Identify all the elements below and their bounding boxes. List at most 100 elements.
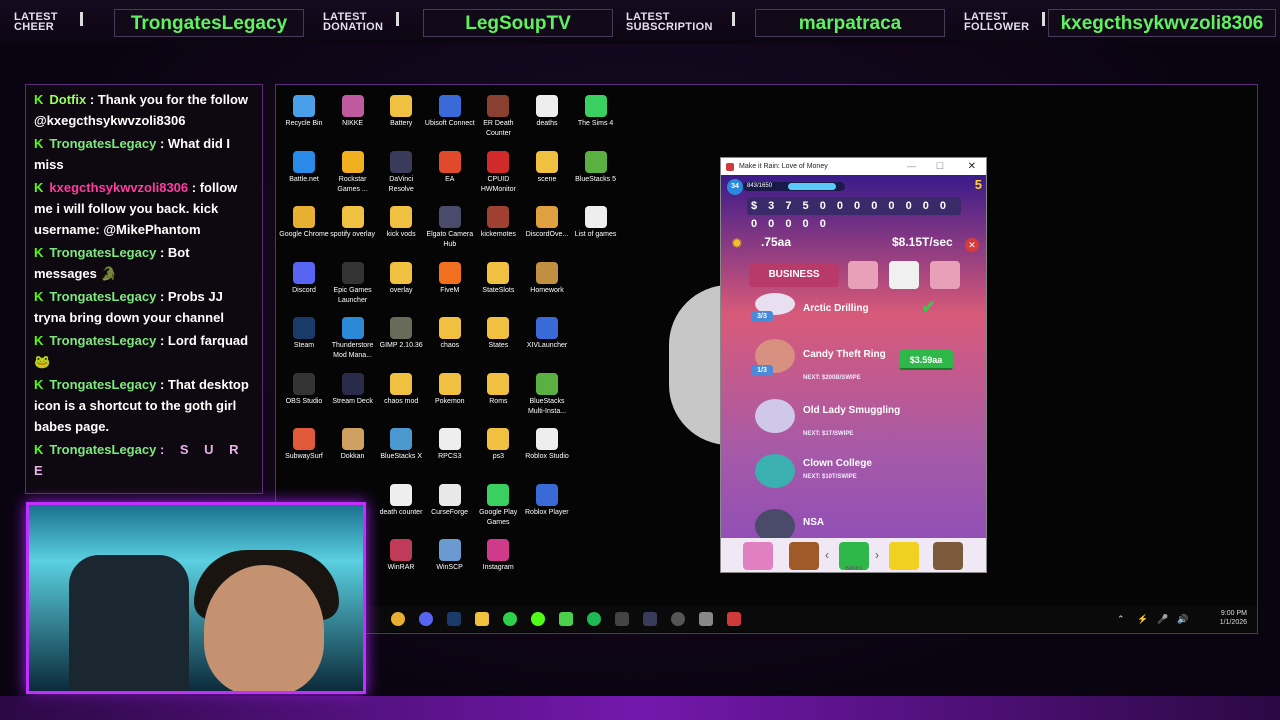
desktop-icon-google-chrome[interactable]: Google Chrome: [279, 206, 329, 240]
desktop-icon-overlay[interactable]: overlay: [376, 261, 426, 296]
tab-business[interactable]: BUSINESS: [749, 263, 839, 287]
chrome-icon[interactable]: [391, 612, 405, 626]
buy-button[interactable]: $3.59aa: [899, 350, 953, 370]
desktop-icon-deaths[interactable]: deaths: [522, 95, 572, 129]
desktop-icon-discordove[interactable]: DiscordOve...: [522, 206, 572, 240]
spotify-icon[interactable]: [587, 612, 601, 626]
business-row[interactable]: Clown College NEXT: $10T/SWIPE: [751, 450, 981, 500]
game-screen[interactable]: 34 843/1650 5 $ 3 7 5 0 0 0 0 0 0 0 0 0 …: [721, 175, 986, 572]
desktop-icon-thunderstore-mod-mana[interactable]: Thunderstore Mod Mana...: [328, 317, 378, 361]
desktop-icon-curseforge[interactable]: CurseForge: [425, 483, 475, 518]
desktop-icon-ps3[interactable]: ps3: [473, 428, 523, 462]
desktop-icon-stateslots[interactable]: StateSlots: [473, 261, 523, 296]
person-tab-icon[interactable]: [930, 261, 960, 289]
desktop-icon-xivlauncher[interactable]: XIVLauncher: [522, 317, 572, 351]
app-icon: [341, 150, 364, 173]
desktop-icon-discord[interactable]: Discord: [279, 261, 329, 296]
window-titlebar[interactable]: Make it Rain: Love of Money ✕ — ☐: [721, 158, 986, 175]
desktop-icon-roblox-studio[interactable]: Roblox Studio: [522, 428, 572, 462]
microphone-icon[interactable]: 🎤: [1157, 614, 1168, 625]
desktop-icon-dokkan[interactable]: Dokkan: [328, 428, 378, 462]
desktop-icon-steam[interactable]: Steam: [279, 317, 329, 351]
desktop-icon-spotify-overlay[interactable]: spotify overlay: [328, 206, 378, 240]
desktop-icon-kick-vods[interactable]: kick vods: [376, 206, 426, 240]
steam-icon[interactable]: [447, 612, 461, 626]
obs-icon[interactable]: [615, 612, 629, 626]
app-icon[interactable]: [671, 612, 685, 626]
wallet-tab-icon[interactable]: [848, 261, 878, 289]
desktop-icon-kickemotes[interactable]: kickemotes: [473, 206, 523, 240]
desktop-icon-ubisoft-connect[interactable]: Ubisoft Connect: [425, 95, 475, 129]
desktop-icon-ea[interactable]: EA: [425, 150, 475, 185]
desktop-icon-obs-studio[interactable]: OBS Studio: [279, 372, 329, 407]
desktop-icon-battle-net[interactable]: Battle.net: [279, 150, 329, 185]
network-icon[interactable]: ⚡: [1137, 614, 1148, 625]
lightning-icon[interactable]: [889, 542, 919, 570]
desktop-icon-instagram[interactable]: Instagram: [473, 539, 523, 573]
desktop-icon-homework[interactable]: Homework: [522, 261, 572, 296]
desktop-icon-er-death-counter[interactable]: ER Death Counter: [473, 95, 523, 139]
briefcase-icon[interactable]: [789, 542, 819, 570]
desktop-icon-fivem[interactable]: FiveM: [425, 261, 475, 296]
desktop-icon-roblox-player[interactable]: Roblox Player: [522, 483, 572, 518]
settings-icon[interactable]: ✹: [731, 235, 743, 252]
close-icon[interactable]: ✕: [968, 158, 976, 175]
desktop-icon-winscp[interactable]: WinSCP: [425, 539, 475, 573]
latest-donation-value: LegSoupTV: [423, 9, 613, 37]
desktop-icon-elgato-camera-hub[interactable]: Elgato Camera Hub: [425, 206, 475, 250]
desktop-icon-list-of-games[interactable]: List of games: [571, 206, 621, 240]
icon-label: Ubisoft Connect: [424, 120, 475, 127]
chat-message: K TrongatesLegacy : What did I miss: [34, 133, 254, 175]
chevron-right-icon[interactable]: ›: [875, 548, 879, 562]
desktop-icon-subwaysurf[interactable]: SubwaySurf: [279, 428, 329, 462]
desktop-icon-the-sims-4[interactable]: The Sims 4: [571, 95, 621, 129]
desktop-icon-epic-games-launcher[interactable]: Epic Games Launcher: [328, 261, 378, 306]
desktop-icon-chaos[interactable]: chaos: [425, 317, 475, 351]
desktop-icon-recycle-bin[interactable]: Recycle Bin: [279, 95, 329, 129]
desktop-icon-roms[interactable]: Roms: [473, 372, 523, 407]
maximize-icon[interactable]: ☐: [936, 158, 944, 175]
desktop-icon-bluestacks-multi-insta[interactable]: BlueStacks Multi-Insta...: [522, 372, 572, 417]
xbox-icon[interactable]: [503, 612, 517, 626]
desktop-icon-gimp-2-10-36[interactable]: GIMP 2.10.36: [376, 317, 426, 351]
app-icon: [293, 150, 315, 173]
cards-icon[interactable]: [743, 542, 773, 570]
close-panel-icon[interactable]: ✕: [965, 238, 979, 252]
desktop-icon-rockstar-games[interactable]: Rockstar Games ...: [328, 150, 378, 195]
desktop-icon-cpuid-hwmonitor[interactable]: CPUID HWMonitor: [473, 150, 523, 195]
file-explorer-icon[interactable]: [475, 612, 489, 626]
business-row[interactable]: Old Lady Smuggling NEXT: $1T/SWIPE: [751, 395, 981, 445]
chevron-left-icon[interactable]: ‹: [825, 548, 829, 562]
desktop-icon-death-counter[interactable]: death counter: [376, 483, 426, 518]
stream-deck-icon[interactable]: [643, 612, 657, 626]
coin-count[interactable]: 5: [975, 177, 982, 192]
desktop-icon-states[interactable]: States: [473, 317, 523, 351]
desktop-icon-bluestacks-5[interactable]: BlueStacks 5: [571, 150, 621, 185]
desktop-icon-rpcs3[interactable]: RPCS3: [425, 428, 475, 462]
desktop-icon-nikke[interactable]: NIKKE: [328, 95, 378, 129]
app-icon: [487, 317, 510, 339]
clock[interactable]: 9:00 PM 1/1/2026: [1220, 609, 1247, 627]
chevron-up-icon[interactable]: ⌃: [1117, 614, 1125, 625]
make-it-rain-icon[interactable]: [727, 612, 741, 626]
kick-icon: K: [34, 92, 44, 107]
discord-icon[interactable]: [419, 612, 433, 626]
desktop-icon-davinci-resolve[interactable]: DaVinci Resolve: [376, 150, 426, 195]
speaker-icon[interactable]: 🔊: [1177, 614, 1188, 625]
game-window[interactable]: Make it Rain: Love of Money ✕ — ☐ 34 843…: [720, 157, 987, 573]
xbox-app-icon[interactable]: [559, 612, 573, 626]
settings-icon[interactable]: [699, 612, 713, 626]
desktop-icon-stream-deck[interactable]: Stream Deck: [328, 372, 378, 407]
cash-tab-icon[interactable]: [889, 261, 919, 289]
kick-icon[interactable]: [531, 612, 545, 626]
desktop-icon-google-play-games[interactable]: Google Play Games: [473, 483, 523, 528]
desktop-icon-pokemon[interactable]: Pokemon: [425, 372, 475, 407]
desktop-icon-chaos-mod[interactable]: chaos mod: [376, 372, 426, 407]
desktop-icon-winrar[interactable]: WinRAR: [376, 539, 426, 573]
desktop-icon-scene[interactable]: scene: [522, 150, 572, 185]
minimize-icon[interactable]: —: [907, 158, 916, 175]
desktop-icon-bluestacks-x[interactable]: BlueStacks X: [376, 428, 426, 462]
app-icon: [487, 206, 510, 228]
vault-icon[interactable]: [933, 542, 963, 570]
desktop-icon-battery[interactable]: Battery: [376, 95, 426, 129]
